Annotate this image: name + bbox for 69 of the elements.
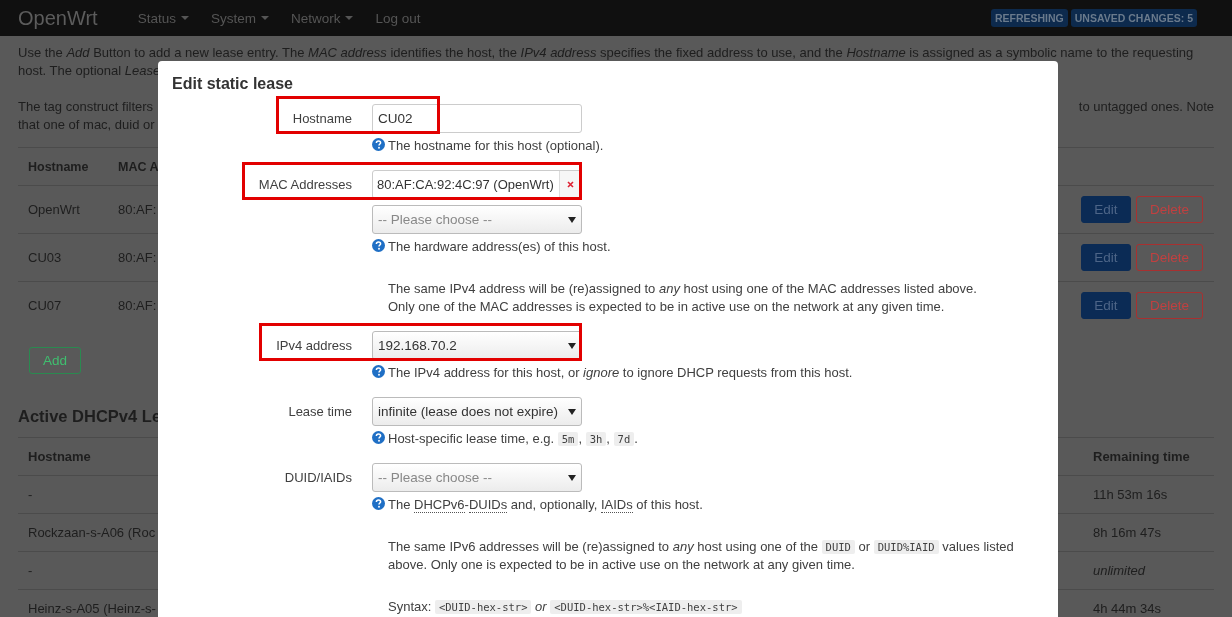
add-button[interactable]: Add <box>29 347 81 374</box>
note-text: Syntax: <DUID-hex-str> or <DUID-hex-str>%<IAID-hex-str> <box>388 598 742 616</box>
table-cell-text: 80:AF: <box>117 298 158 313</box>
status-badge: REFRESHING <box>990 9 1068 27</box>
table-cell-text: 4h 44m 34s <box>1093 601 1162 616</box>
edit-button[interactable]: Edit <box>1081 292 1131 319</box>
intro-text: to untagged ones. Note <box>1078 98 1214 116</box>
intro-text: that one of mac, duid or <box>18 117 155 132</box>
table-cell-text: 80:AF: <box>117 250 158 265</box>
caret-icon <box>568 342 576 349</box>
table-cell-text: 8h 16m 47s <box>1093 525 1162 540</box>
intro-text: The tag construct filters <box>18 98 154 116</box>
help-icon <box>372 497 385 510</box>
select-field[interactable]: -- Please choose -- <box>372 205 582 234</box>
caret-icon <box>568 474 576 481</box>
column-header: Hostname <box>27 159 90 174</box>
help-icon <box>372 138 385 151</box>
edit-button[interactable]: Edit <box>1081 244 1131 271</box>
intro-text: Use the Add Button to add a new lease entry. The MAC address identifies the host, the IPv4 address specifies the fixed address to use, and the Hostname is assigned as a symbolic name to the requesting <box>18 44 1195 62</box>
help-text: The hardware address(es) of this host. <box>388 238 611 256</box>
field-label: IPv4 address <box>276 338 352 353</box>
edit-button[interactable]: Edit <box>1081 196 1131 223</box>
hostname-input[interactable]: CU02 <box>372 104 582 133</box>
table-cell-text: - <box>27 487 33 502</box>
help-icon <box>372 431 385 444</box>
caret-icon <box>260 16 269 20</box>
table-cell-text: 11h 53m 16s <box>1093 487 1169 502</box>
table-cell-text: unlimited <box>1093 563 1147 578</box>
delete-button[interactable]: Delete <box>1136 244 1203 271</box>
nav-menu[interactable]: Network <box>290 10 354 26</box>
help-text: Host-specific lease time, e.g. 5m , 3h , 7d . <box>388 430 638 448</box>
table-cell-text: Rockzaan-s-A06 (Roc <box>27 525 156 540</box>
caret-icon <box>180 16 189 20</box>
note-text: The same IPv4 address will be (re)assigned to any host using one of the MAC addresses listed above. Only one of the MAC addresses is expected to be in active use on the network at any given time. <box>388 280 977 316</box>
help-text: The DHCPv6-DUIDs and, optionally, IAIDs of this host. <box>388 496 703 514</box>
field-label: Lease time <box>288 404 352 419</box>
dialog-title: Edit static lease <box>172 75 293 93</box>
help-icon <box>372 365 385 378</box>
help-text: The hostname for this host (optional). <box>388 137 604 155</box>
nav-menu[interactable]: System <box>210 10 269 26</box>
table-cell-text: 80:AF: <box>117 202 158 217</box>
field-label: DUID/IAIDs <box>284 470 352 485</box>
note-text: The same IPv6 addresses will be (re)assigned to any host using one of the DUID or DUID%IAID values listed above. Only one is expected to be in active use on the network at any given time. <box>388 538 1015 574</box>
column-header: Hostname <box>27 449 92 464</box>
table-cell-text: CU03 <box>27 250 63 265</box>
caret-icon <box>345 16 354 20</box>
nav-menu[interactable]: Status <box>137 10 189 26</box>
table-cell-text: CU07 <box>27 298 63 313</box>
delete-button[interactable]: Delete <box>1136 196 1203 223</box>
delete-button[interactable]: Delete <box>1136 292 1203 319</box>
mac-address-text: 80:AF:CA:92:4C:97 (OpenWrt) <box>376 177 555 192</box>
close-icon <box>567 181 574 188</box>
column-header: MAC A <box>117 159 160 174</box>
select-field[interactable]: infinite (lease does not expire) <box>372 397 582 426</box>
table-cell-text: OpenWrt <box>27 202 81 217</box>
help-text: The IPv4 address for this host, or ignore to ignore DHCP requests from this host. <box>388 364 853 382</box>
select-field[interactable]: -- Please choose -- <box>372 463 582 492</box>
caret-icon <box>568 408 576 415</box>
nav-menu[interactable]: Log out <box>375 10 421 26</box>
status-badge: UNSAVED CHANGES: 5 <box>1070 9 1197 27</box>
help-icon <box>372 239 385 252</box>
brand-logo[interactable]: OpenWrt <box>18 6 98 30</box>
table-cell-text: - <box>27 563 33 578</box>
caret-icon <box>568 216 576 223</box>
field-label: MAC Addresses <box>258 177 352 192</box>
column-header: Remaining time <box>1093 449 1191 464</box>
table-cell-text: Heinz-s-A05 (Heinz-s- <box>27 601 156 616</box>
select-field[interactable]: 192.168.70.2 <box>372 331 582 360</box>
field-label: Hostname <box>292 111 352 126</box>
